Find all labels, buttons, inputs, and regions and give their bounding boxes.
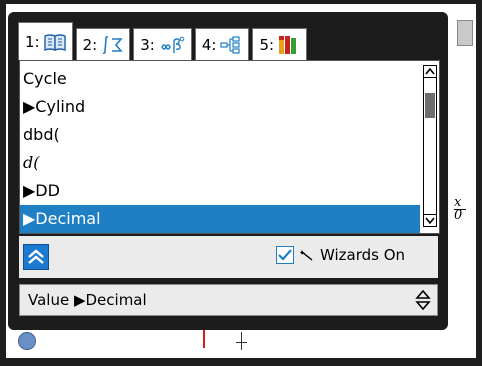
syntax-help-select[interactable]: Value ▶Decimal bbox=[19, 284, 438, 316]
catalog-options-bar: Wizards On bbox=[19, 236, 438, 278]
list-item[interactable]: d( bbox=[20, 149, 420, 177]
wizards-checkbox[interactable] bbox=[276, 246, 294, 264]
scroll-track[interactable] bbox=[423, 78, 437, 214]
tab-number: 3: bbox=[140, 35, 155, 54]
templates-palette-icon bbox=[278, 34, 300, 56]
tab-number: 1: bbox=[25, 32, 40, 51]
list-item-label: d( bbox=[23, 153, 40, 172]
list-item[interactable]: Cycle bbox=[20, 65, 420, 93]
background-fraction-glyph: x0 bbox=[454, 196, 466, 222]
scroll-thumb[interactable] bbox=[425, 93, 435, 118]
screen-frame-right bbox=[476, 0, 482, 366]
background-circle-icon bbox=[18, 332, 36, 350]
library-objects-icon bbox=[220, 35, 242, 55]
tab-math-operators[interactable]: 2: bbox=[75, 28, 131, 60]
expand-help-button[interactable] bbox=[23, 244, 49, 270]
tab-symbols[interactable]: 3: bbox=[133, 28, 192, 60]
catalog-dialog: 1: 2: 3: 4: 5: Cycle ▶Cylind dbd(d(▶DD… bbox=[8, 12, 448, 330]
scroll-down-button[interactable] bbox=[423, 214, 437, 227]
syntax-help-text: Value ▶Decimal bbox=[28, 291, 147, 309]
catalog-list[interactable]: Cycle ▶Cylind dbd( d( ▶DD ▶Decimal bbox=[19, 60, 440, 234]
screen-frame-top bbox=[0, 0, 482, 4]
background-axis-line bbox=[241, 332, 242, 350]
tab-number: 4: bbox=[201, 35, 217, 54]
infinity-beta-icon bbox=[159, 35, 185, 55]
screen-frame-left bbox=[0, 0, 6, 366]
chevron-up-icon bbox=[425, 68, 435, 75]
list-item-selected[interactable]: ▶Decimal bbox=[20, 205, 420, 233]
catalog-tab-bar: 1: 2: 3: 4: 5: bbox=[18, 22, 308, 60]
catalog-book-icon bbox=[43, 33, 66, 51]
integral-sigma-icon bbox=[101, 35, 123, 55]
up-down-spinner-icon[interactable] bbox=[415, 289, 431, 311]
magic-wand-icon bbox=[300, 250, 313, 261]
double-chevron-up-icon bbox=[28, 249, 44, 264]
list-item[interactable]: dbd( bbox=[20, 121, 420, 149]
screen-frame-bottom bbox=[0, 358, 482, 366]
tab-number: 5: bbox=[259, 35, 275, 54]
list-item[interactable]: ▶Cylind bbox=[20, 93, 420, 121]
checkmark-icon bbox=[278, 249, 292, 261]
background-red-marker bbox=[203, 330, 205, 348]
list-item[interactable]: ▶DD bbox=[20, 177, 420, 205]
wizards-label: Wizards On bbox=[320, 246, 406, 264]
tab-library[interactable]: 4: bbox=[194, 28, 250, 60]
background-toolbar-icon bbox=[457, 20, 473, 46]
background-axis-tick bbox=[236, 342, 247, 343]
catalog-list-items: Cycle ▶Cylind dbd( d( ▶DD ▶Decimal bbox=[20, 65, 420, 233]
tab-catalog[interactable]: 1: bbox=[18, 22, 73, 60]
scroll-up-button[interactable] bbox=[423, 65, 437, 78]
wizards-toggle[interactable]: Wizards On bbox=[276, 246, 405, 264]
list-scrollbar[interactable] bbox=[423, 65, 437, 229]
tab-number: 2: bbox=[82, 35, 98, 54]
tab-templates[interactable]: 5: bbox=[252, 28, 308, 60]
chevron-down-icon bbox=[425, 217, 435, 224]
